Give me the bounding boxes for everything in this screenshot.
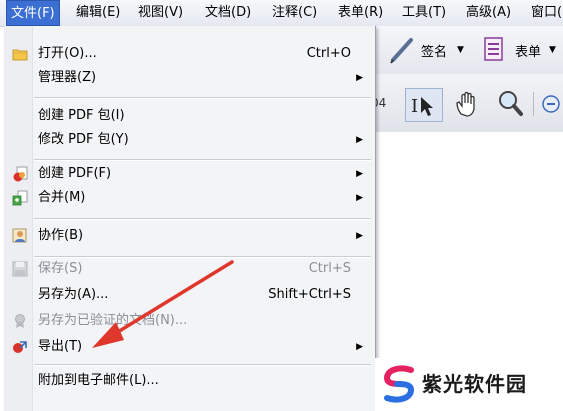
menu-item-save-as-certified: 另存为已验证的文档(N)...	[4, 309, 375, 333]
folder-icon	[12, 49, 28, 61]
menu-item-organizer[interactable]: 管理器(Z) ▶	[4, 66, 375, 90]
menu-item-label: 管理器(Z)	[38, 70, 97, 85]
submenu-arrow-icon: ▶	[356, 193, 363, 203]
menu-bar: 文件(F) 编辑(E) 视图(V) 文档(D) 注释(C) 表单(R) 工具(T…	[0, 0, 563, 27]
menu-tools[interactable]: 工具(T)	[398, 0, 450, 26]
menu-comments[interactable]: 注释(C)	[268, 0, 321, 26]
watermark: 紫光软件园	[375, 358, 563, 411]
form-icon[interactable]	[483, 36, 505, 62]
menu-edit[interactable]: 编辑(E)	[72, 0, 124, 26]
menu-view[interactable]: 视图(V)	[134, 0, 187, 26]
menu-item-save: 保存(S) Ctrl+S	[4, 257, 375, 281]
menu-item-shortcut: Ctrl+S	[308, 261, 351, 276]
watermark-logo-icon	[383, 365, 415, 403]
svg-text:I: I	[411, 96, 418, 117]
toolbar-bottom: I	[375, 74, 563, 133]
submenu-arrow-icon: ▶	[356, 73, 363, 83]
menu-item-attach-email[interactable]: 附加到电子邮件(L)...	[4, 369, 375, 393]
text-select-icon: I	[411, 96, 433, 117]
combine-icon	[12, 190, 28, 206]
menu-item-label: 附加到电子邮件(L)...	[38, 373, 159, 388]
toolbar-top: 签名 ▼ 表单 ▼	[375, 26, 563, 75]
menu-item-save-as[interactable]: 另存为(A)... Shift+Ctrl+S	[4, 283, 375, 307]
submenu-arrow-icon: ▶	[356, 169, 363, 179]
toolbar-divider	[533, 92, 534, 116]
menu-item-label: 保存(S)	[38, 261, 83, 276]
sign-dropdown-icon[interactable]: ▼	[457, 45, 464, 55]
menu-separator	[34, 159, 371, 161]
menu-forms[interactable]: 表单(R)	[334, 0, 387, 26]
create-pdf-icon	[13, 166, 28, 182]
forms-button[interactable]: 表单	[515, 41, 541, 60]
forms-dropdown-icon[interactable]: ▼	[549, 45, 556, 55]
menu-item-modify-pdf-package[interactable]: 修改 PDF 包(Y) ▶	[4, 128, 375, 152]
menu-item-label: 另存为已验证的文档(N)...	[38, 313, 188, 328]
menu-advanced[interactable]: 高级(A)	[462, 0, 515, 26]
zoom-out-icon[interactable]	[541, 92, 561, 116]
menu-item-label: 协作(B)	[38, 228, 84, 243]
menu-separator	[34, 364, 371, 366]
menu-separator	[34, 97, 371, 99]
menu-item-combine[interactable]: 合并(M) ▶	[4, 186, 375, 210]
menu-item-shortcut: Shift+Ctrl+S	[268, 287, 351, 302]
menu-item-label: 另存为(A)...	[38, 287, 109, 302]
menu-window[interactable]: 窗口(	[527, 0, 563, 26]
menu-item-collaborate[interactable]: 协作(B) ▶	[4, 224, 375, 248]
menu-item-create-pdf[interactable]: 创建 PDF(F) ▶	[4, 162, 375, 186]
watermark-text: 紫光软件园	[422, 372, 527, 396]
menu-item-label: 合并(M)	[38, 190, 86, 205]
export-icon	[13, 341, 27, 353]
save-icon	[12, 261, 28, 277]
menu-item-export[interactable]: 导出(T) ▶	[4, 335, 375, 359]
submenu-arrow-icon: ▶	[356, 342, 363, 352]
submenu-arrow-icon: ▶	[356, 135, 363, 145]
hand-tool-icon[interactable]	[453, 90, 481, 118]
menu-item-shortcut: Ctrl+O	[306, 46, 351, 61]
menu-item-label: 打开(O)...	[38, 46, 97, 61]
certified-doc-icon	[15, 314, 25, 328]
menu-item-label: 创建 PDF(F)	[38, 166, 112, 181]
menu-item-label: 导出(T)	[38, 339, 83, 354]
menu-document[interactable]: 文档(D)	[201, 0, 255, 26]
file-menu-dropdown: 打开(O)... Ctrl+O 管理器(Z) ▶ 创建 PDF 包(I) 修改 …	[4, 26, 376, 411]
collaborate-icon	[12, 228, 27, 243]
submenu-arrow-icon: ▶	[356, 231, 363, 241]
pen-icon[interactable]	[389, 36, 415, 64]
sign-button[interactable]: 签名	[421, 41, 447, 60]
menu-file[interactable]: 文件(F)	[6, 0, 60, 26]
select-tool-button[interactable]: I	[405, 88, 443, 122]
menu-separator	[34, 218, 371, 220]
menu-item-label: 创建 PDF 包(I)	[38, 108, 125, 123]
menu-item-open[interactable]: 打开(O)... Ctrl+O	[4, 42, 375, 66]
zoom-tool-icon[interactable]	[495, 88, 525, 118]
menu-item-create-pdf-package[interactable]: 创建 PDF 包(I)	[4, 104, 375, 128]
menu-item-label: 修改 PDF 包(Y)	[38, 132, 129, 147]
